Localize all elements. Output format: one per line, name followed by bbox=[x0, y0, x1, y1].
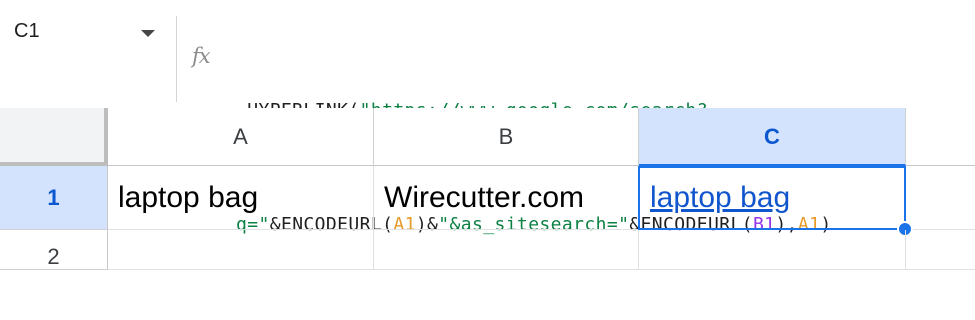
cell-b2[interactable] bbox=[374, 230, 639, 270]
column-header-b[interactable]: B bbox=[374, 108, 639, 166]
column-header-a[interactable]: A bbox=[108, 108, 374, 166]
cell-d1[interactable] bbox=[906, 166, 975, 230]
cell-a1[interactable]: laptop bag bbox=[108, 166, 374, 230]
fx-icon: fx bbox=[192, 44, 211, 68]
row-header-2[interactable]: 2 bbox=[0, 230, 108, 270]
select-all-corner[interactable] bbox=[0, 108, 108, 166]
cell-b1-value: Wirecutter.com bbox=[384, 181, 585, 214]
column-header-d[interactable] bbox=[906, 108, 975, 166]
cell-c1[interactable]: laptop bag bbox=[638, 166, 906, 230]
cell-d2[interactable] bbox=[906, 230, 975, 270]
cell-c1-hyperlink[interactable]: laptop bag bbox=[650, 181, 790, 214]
cell-a2[interactable] bbox=[108, 230, 374, 270]
name-box-value[interactable]: C1 bbox=[14, 20, 40, 43]
formula-bar-divider bbox=[176, 16, 177, 102]
row-header-1[interactable]: 1 bbox=[0, 166, 108, 230]
chevron-down-icon[interactable] bbox=[137, 22, 159, 44]
formula-bar-area: C1 fx =HYPERLINK("https://www.google.com… bbox=[0, 0, 975, 235]
cell-b1[interactable]: Wirecutter.com bbox=[374, 166, 639, 230]
cell-c2[interactable] bbox=[639, 230, 906, 270]
name-box[interactable]: C1 bbox=[0, 0, 172, 70]
spreadsheet-grid: A B C 1 2 laptop bag Wirecutter.com lapt… bbox=[0, 108, 975, 270]
cell-a1-value: laptop bag bbox=[118, 181, 259, 214]
column-header-c[interactable]: C bbox=[639, 108, 906, 166]
